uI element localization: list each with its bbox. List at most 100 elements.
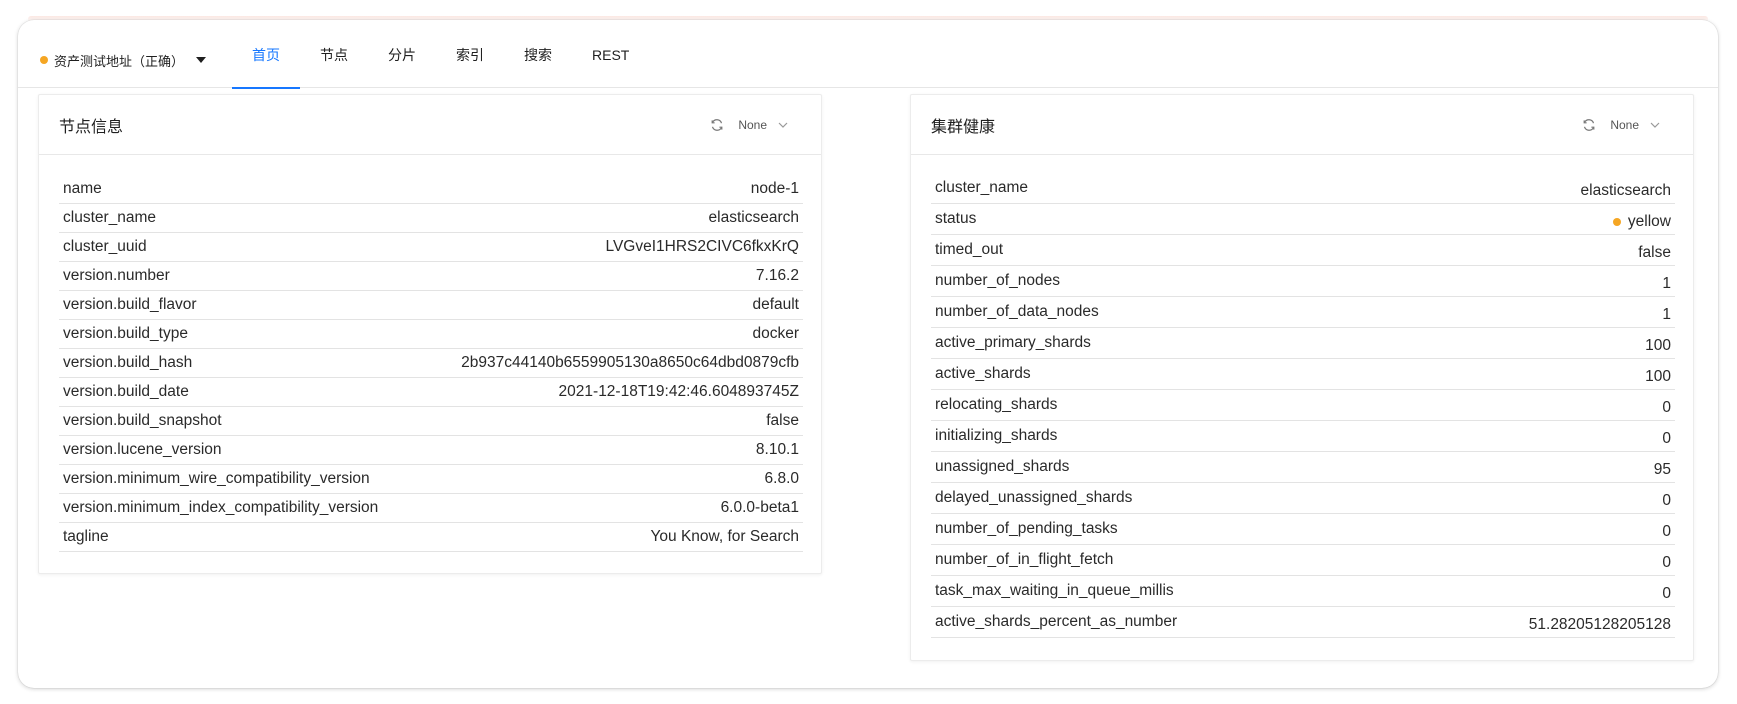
table-row: version.build_flavor default <box>59 291 803 320</box>
row-value: 2021-12-18T19:42:46.604893745Z <box>559 383 799 401</box>
row-value-text: 6.8.0 <box>764 470 799 487</box>
row-value-text: You Know, for Search <box>650 528 800 545</box>
refresh-icon[interactable] <box>1582 118 1596 132</box>
table-row: version.minimum_index_compatibility_vers… <box>59 494 803 523</box>
table-row: active_primary_shards 100 <box>931 328 1675 359</box>
table-row: name node-1 <box>59 175 803 204</box>
row-key: version.build_flavor <box>63 296 197 313</box>
row-value-text: docker <box>752 325 799 342</box>
row-value-text: 100 <box>1645 337 1671 354</box>
row-key: version.lucene_version <box>63 441 222 458</box>
row-value: yellow <box>1612 213 1671 234</box>
table-row: delayed_unassigned_shards 0 <box>931 483 1675 514</box>
caret-down-icon[interactable] <box>196 57 207 63</box>
row-value: 0 <box>1662 430 1671 451</box>
row-value: 6.8.0 <box>765 470 799 488</box>
row-value-text: 100 <box>1645 368 1671 385</box>
row-value: 95 <box>1654 461 1671 482</box>
row-key: version.build_snapshot <box>63 412 222 429</box>
row-key: version.build_date <box>63 383 189 400</box>
row-value-text: 1 <box>1662 306 1671 323</box>
tab-2[interactable]: 分片 <box>368 20 436 88</box>
node-info-table: name node-1 cluster_name elasticsearch clust… <box>59 175 803 552</box>
cluster-health-tools: None <box>1582 118 1673 132</box>
row-key: number_of_nodes <box>935 272 1060 289</box>
cluster-health-title: 集群健康 <box>931 118 996 136</box>
node-info-tools: None <box>710 118 801 132</box>
row-value: 0 <box>1662 399 1671 420</box>
row-value-text: elasticsearch <box>1580 182 1671 199</box>
row-value-text: 0 <box>1662 554 1671 571</box>
row-value: 8.10.1 <box>756 441 799 459</box>
status-dot-icon <box>1612 218 1621 226</box>
row-value-text: 0 <box>1662 492 1671 509</box>
refresh-interval-select[interactable]: None <box>1610 118 1673 132</box>
row-key: cluster_name <box>935 179 1029 196</box>
table-row: version.minimum_wire_compatibility_versi… <box>59 465 803 494</box>
row-value-text: LVGveI1HRS2CIVC6fkxKrQ <box>605 238 799 255</box>
row-value: 0 <box>1662 554 1671 575</box>
row-value-text: 1 <box>1662 275 1671 292</box>
row-value-text: 0 <box>1662 585 1671 602</box>
cluster-selector[interactable]: 资产测试地址（正确） <box>40 50 207 70</box>
tab-3[interactable]: 索引 <box>436 20 504 88</box>
row-value: 100 <box>1645 337 1671 358</box>
row-value: 2b937c44140b6559905130a8650c64dbd0879cfb <box>461 354 799 372</box>
row-value: LVGveI1HRS2CIVC6fkxKrQ <box>605 238 799 256</box>
row-value-text: yellow <box>1627 213 1671 230</box>
row-key: relocating_shards <box>935 396 1058 413</box>
tab-label: 搜索 <box>524 47 552 63</box>
row-value-text: 0 <box>1662 523 1671 540</box>
chevron-down-icon <box>777 119 789 131</box>
refresh-interval-select[interactable]: None <box>738 118 801 132</box>
tab-0[interactable]: 首页 <box>232 20 300 89</box>
cluster-selector-label: 资产测试地址（正确） <box>54 53 185 69</box>
row-value: 1 <box>1662 275 1671 296</box>
tab-5[interactable]: REST <box>572 20 649 88</box>
row-value-text: false <box>1638 244 1671 261</box>
table-row: version.build_snapshot false <box>59 407 803 436</box>
refresh-interval-value: None <box>738 117 767 132</box>
row-key: name <box>63 180 102 197</box>
tab-1[interactable]: 节点 <box>300 20 368 88</box>
row-value: elasticsearch <box>709 209 799 227</box>
row-value-text: false <box>766 412 799 429</box>
node-info-title: 节点信息 <box>59 118 124 136</box>
row-key: task_max_waiting_in_queue_millis <box>935 582 1174 599</box>
row-key: initializing_shards <box>935 427 1058 444</box>
table-row: cluster_uuid LVGveI1HRS2CIVC6fkxKrQ <box>59 233 803 262</box>
table-row: initializing_shards 0 <box>931 421 1675 452</box>
row-value: false <box>1638 244 1671 265</box>
row-value: 7.16.2 <box>756 267 799 285</box>
table-row: active_shards 100 <box>931 359 1675 390</box>
row-key: tagline <box>63 528 109 545</box>
table-row: cluster_name elasticsearch <box>59 204 803 233</box>
row-value-text: 0 <box>1662 430 1671 447</box>
node-info-card: 节点信息 None name node-1 cluster_name elastics… <box>38 94 822 574</box>
row-key: timed_out <box>935 241 1004 258</box>
row-key: cluster_name <box>63 209 157 226</box>
cluster-status-dot <box>40 56 48 64</box>
row-value-text: default <box>752 296 799 313</box>
row-value-text: 8.10.1 <box>755 441 799 458</box>
refresh-icon[interactable] <box>710 118 724 132</box>
row-value: false <box>766 412 799 430</box>
row-value-text: 7.16.2 <box>755 267 799 284</box>
top-nav: 资产测试地址（正确） 首页 节点 分片 索引 搜索 REST <box>18 20 1718 89</box>
table-row: version.build_date 2021-12-18T19:42:46.60… <box>59 378 803 407</box>
tab-label: 首页 <box>252 47 280 63</box>
row-key: version.build_type <box>63 325 188 342</box>
row-value: 1 <box>1662 306 1671 327</box>
cluster-health-table: cluster_name elasticsearch status yellow tim… <box>931 173 1675 638</box>
table-row: task_max_waiting_in_queue_millis 0 <box>931 576 1675 607</box>
cluster-health-header: 集群健康 None <box>911 95 1693 155</box>
row-value: default <box>752 296 799 314</box>
row-value: 6.0.0-beta1 <box>721 499 799 517</box>
row-value-text: 6.0.0-beta1 <box>720 499 799 516</box>
row-key: status <box>935 210 977 227</box>
row-key: delayed_unassigned_shards <box>935 489 1133 506</box>
row-value-text: 51.28205128205128 <box>1528 616 1671 633</box>
tab-4[interactable]: 搜索 <box>504 20 572 88</box>
row-key: cluster_uuid <box>63 238 147 255</box>
tab-label: 索引 <box>456 47 484 63</box>
